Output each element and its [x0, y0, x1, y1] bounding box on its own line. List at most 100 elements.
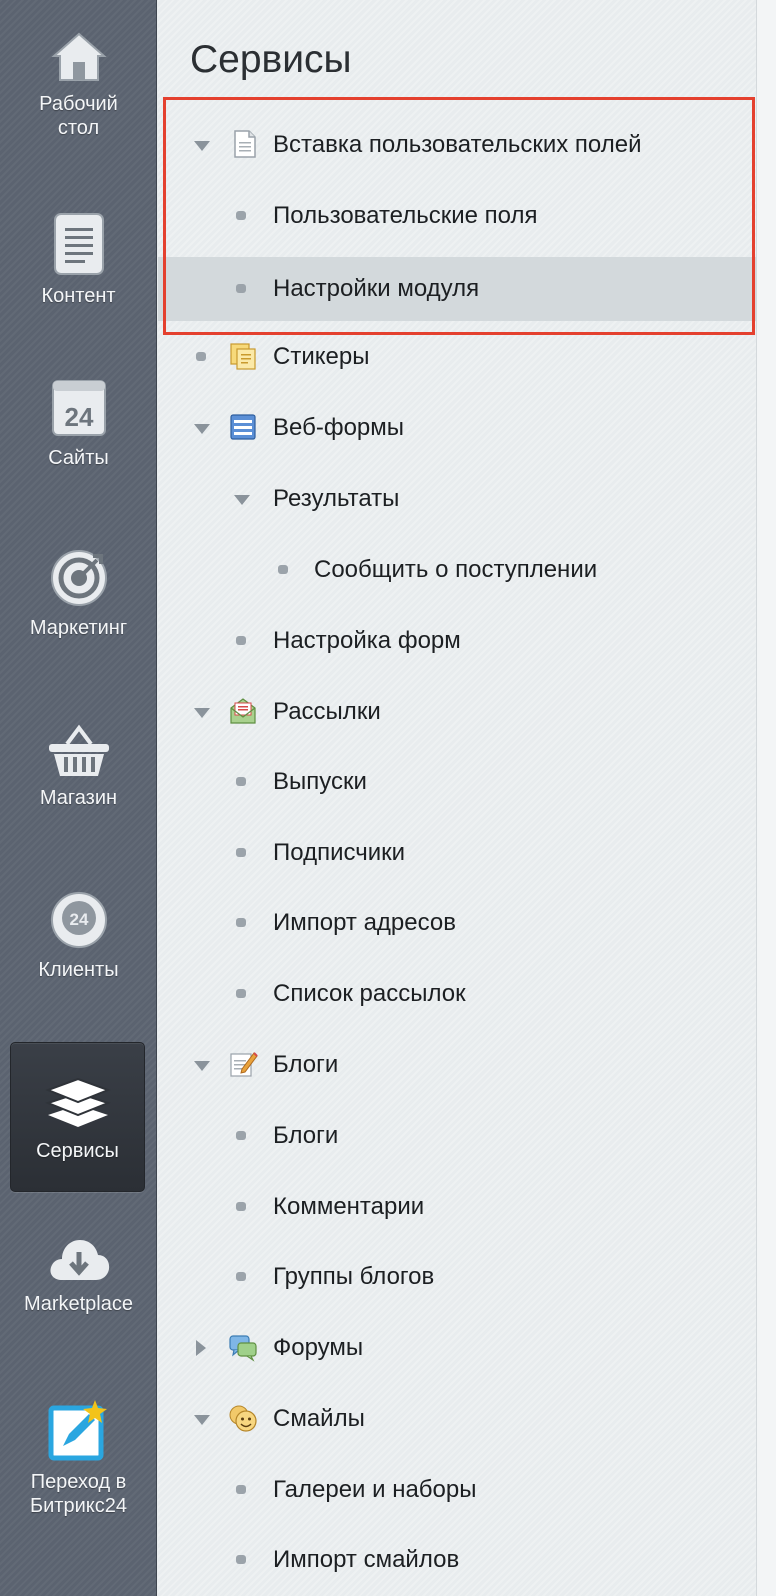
tree-item-label: Пользовательские поля: [273, 202, 538, 229]
sidebar-item-label: Сайты: [48, 447, 109, 469]
basket-icon: [48, 724, 109, 776]
tree-item-subscribers[interactable]: Подписчики: [158, 821, 756, 885]
sidebar-item-label: Клиенты: [38, 959, 119, 981]
bullet-icon: [236, 989, 246, 998]
sidebar-item-marketplace[interactable]: Marketplace: [0, 1234, 157, 1316]
sidebar-item-label: Сервисы: [36, 1140, 119, 1162]
tree-item-label: Выпуски: [273, 768, 367, 795]
tree-item-label: Веб-формы: [273, 414, 405, 441]
tree-item-blog-groups[interactable]: Группы блогов: [158, 1245, 756, 1309]
tree-item-label: Подписчики: [273, 839, 406, 866]
tree-item-galleries[interactable]: Галереи и наборы: [158, 1458, 756, 1522]
sidebar-item-services[interactable]: Сервисы: [10, 1042, 145, 1192]
tree-item-notify-arrival[interactable]: Сообщить о поступлении: [158, 538, 756, 602]
expand-arrow-icon[interactable]: [194, 1061, 210, 1071]
svg-text:24: 24: [69, 910, 88, 929]
tree-item-import-addresses[interactable]: Импорт адресов: [158, 891, 756, 955]
expand-arrow-icon[interactable]: [194, 1415, 210, 1425]
tree-item-label: Комментарии: [273, 1193, 425, 1220]
bullet-icon: [236, 918, 246, 927]
bullet-icon: [236, 1485, 246, 1494]
tree-item-web-forms[interactable]: Веб-формы: [158, 396, 756, 460]
tree-item-label: Импорт смайлов: [273, 1546, 460, 1573]
bullet-icon: [236, 1555, 246, 1564]
clients-24-icon: 24: [50, 892, 107, 948]
bullet-icon: [236, 848, 246, 857]
page-title: Сервисы: [190, 38, 352, 81]
sidebar-item-clients[interactable]: 24 Клиенты: [0, 890, 157, 982]
tree-item-module-settings[interactable]: Настройки модуля: [158, 257, 756, 321]
tree-item-custom-fields[interactable]: Пользовательские поля: [158, 184, 756, 248]
sidebar-item-label: Рабочий стол: [39, 93, 118, 139]
tree-item-label: Настройки модуля: [273, 275, 480, 302]
tree-item-label: Блоги: [273, 1051, 339, 1078]
tree-item-label: Сообщить о поступлении: [314, 556, 598, 583]
tree-item-label: Смайлы: [273, 1405, 365, 1432]
forum-icon: [229, 1335, 257, 1362]
bullet-icon: [236, 1272, 246, 1281]
tree-item-form-settings[interactable]: Настройка форм: [158, 609, 756, 673]
tree-item-blogs-list[interactable]: Блоги: [158, 1104, 756, 1168]
tree-item-stickers[interactable]: Стикеры: [158, 325, 756, 389]
sidebar-item-content[interactable]: Контент: [0, 212, 157, 308]
document-icon: [53, 213, 104, 275]
tree-item-label: Группы блогов: [273, 1263, 435, 1290]
bitrix24-transition-icon: [48, 1400, 107, 1461]
webform-icon: [230, 414, 256, 440]
tree-item-label: Список рассылок: [273, 980, 466, 1007]
tree-item-results[interactable]: Результаты: [158, 467, 756, 531]
bullet-icon: [236, 1202, 246, 1211]
tree-item-import-smiles[interactable]: Импорт смайлов: [158, 1528, 756, 1592]
tree-item-label: Галереи и наборы: [273, 1476, 477, 1503]
bullet-icon: [196, 352, 206, 361]
expand-arrow-icon[interactable]: [234, 495, 250, 505]
bullet-icon: [236, 636, 246, 645]
sidebar-item-label: Marketplace: [24, 1293, 133, 1315]
sites-24-icon: 24: [51, 380, 106, 436]
tree-item-issues[interactable]: Выпуски: [158, 750, 756, 814]
cloud-download-icon: [49, 1240, 109, 1280]
tree-item-smiles[interactable]: Смайлы: [158, 1387, 756, 1451]
sidebar-item-shop[interactable]: Магазин: [0, 724, 157, 810]
tree-item-label: Блоги: [273, 1122, 339, 1149]
tree-item-mailings[interactable]: Рассылки: [158, 680, 756, 744]
sidebar-item-label: Магазин: [39, 787, 118, 809]
sidebar-item-bitrix24[interactable]: Переход в Битрикс24: [0, 1398, 157, 1518]
sidebar-item-sites[interactable]: 24 Сайты: [0, 378, 157, 470]
sidebar-item-label: Переход в Битрикс24: [30, 1471, 127, 1517]
sidebar-item-label: Контент: [41, 285, 116, 307]
tree-item-comments[interactable]: Комментарии: [158, 1175, 756, 1239]
smile-icon: [229, 1405, 257, 1432]
blog-icon: [230, 1052, 258, 1077]
tree-item-label: Импорт адресов: [273, 909, 456, 936]
tree-item-blogs[interactable]: Блоги: [158, 1033, 756, 1097]
tree-item-label: Вставка пользовательских полей: [273, 131, 642, 158]
sidebar-item-desktop[interactable]: Рабочий стол: [0, 30, 157, 140]
tree-item-mailing-list[interactable]: Список рассылок: [158, 962, 756, 1026]
sidebar-item-label: Маркетинг: [29, 617, 128, 639]
bullet-icon: [236, 1131, 246, 1140]
layers-icon: [44, 1077, 111, 1127]
tree-item-forums[interactable]: Форумы: [158, 1316, 756, 1380]
mail-icon: [230, 698, 256, 724]
stickers-icon: [230, 343, 256, 370]
tree-item-label: Результаты: [273, 485, 400, 512]
expand-arrow-icon[interactable]: [194, 708, 210, 718]
sidebar: Рабочийстол Контент 24 Сайты Маркетинг: [0, 0, 157, 1596]
scrollbar[interactable]: [756, 0, 776, 1596]
bullet-icon: [278, 565, 288, 574]
tree-item-label: Стикеры: [273, 343, 370, 370]
tree-item-label: Форумы: [273, 1334, 364, 1361]
bullet-icon: [236, 777, 246, 786]
expand-arrow-icon[interactable]: [194, 424, 210, 434]
bullet-icon: [236, 211, 246, 220]
expand-arrow-icon[interactable]: [194, 141, 210, 151]
tree-item-custom-fields-insert[interactable]: Вставка пользовательских полей: [158, 113, 756, 177]
sidebar-item-marketing[interactable]: Маркетинг: [0, 548, 157, 640]
tree-item-label: Настройка форм: [273, 627, 461, 654]
expand-arrow-icon[interactable]: [196, 1340, 206, 1356]
home-icon: [50, 32, 107, 81]
svg-text:24: 24: [64, 402, 93, 432]
tree-item-label: Рассылки: [273, 698, 381, 725]
page-icon: [234, 130, 256, 158]
